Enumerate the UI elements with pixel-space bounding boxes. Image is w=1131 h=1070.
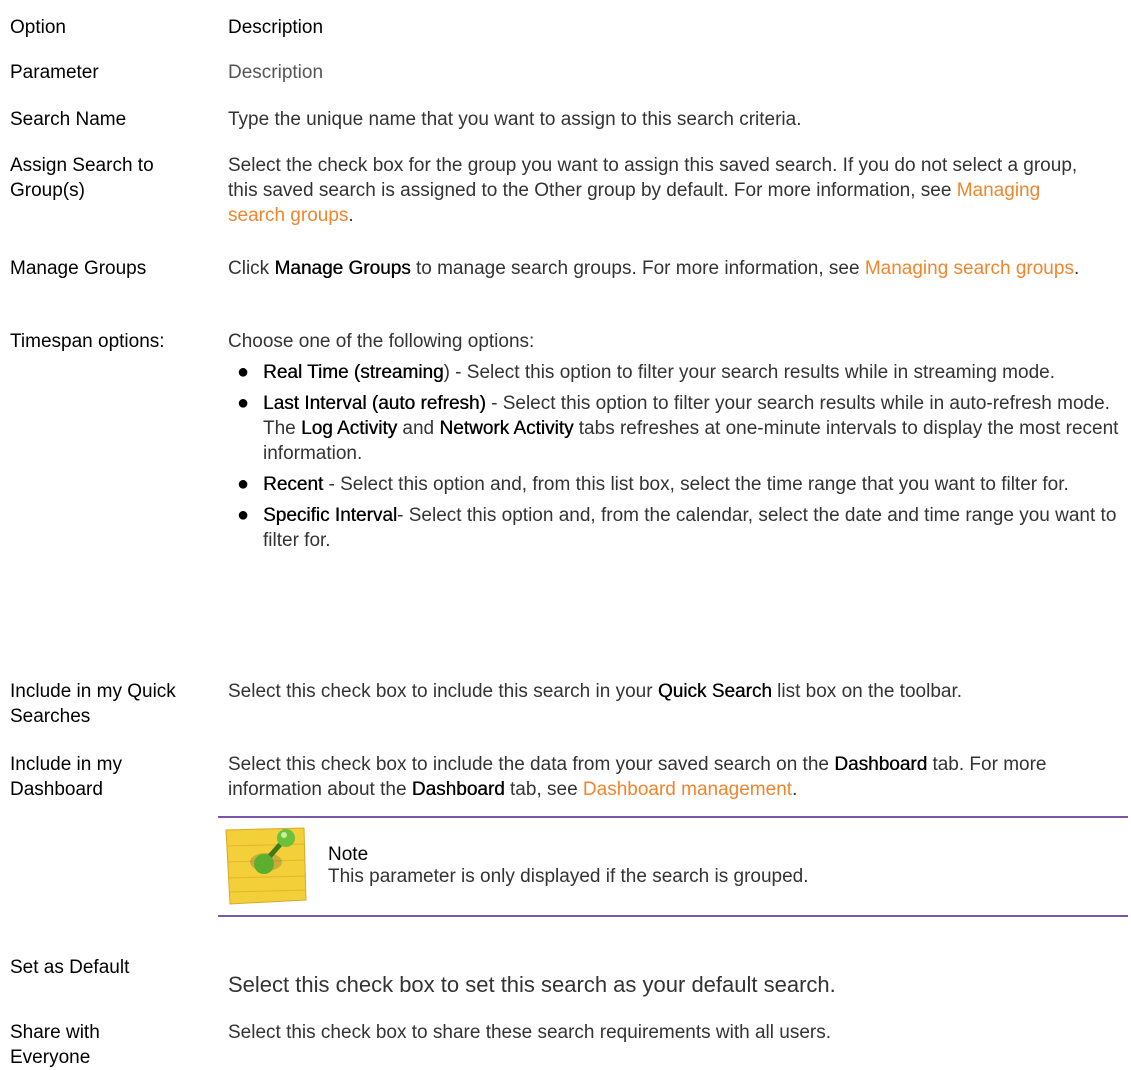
managing-search-groups-link[interactable]: Managing search groups [865, 258, 1074, 279]
param-label: Share with Everyone [10, 1022, 100, 1068]
param-label: Manage Groups [10, 258, 147, 279]
param-description: Select this check box to include this se… [228, 681, 963, 702]
timespan-intro: Choose one of the following options: [228, 331, 535, 352]
bullet-icon: ● [237, 473, 250, 495]
param-label: Include in my Quick Searches [10, 681, 176, 727]
subheader-parameter: Parameter [10, 62, 99, 83]
bullet-icon: ● [237, 504, 250, 526]
param-description: Select this check box to share these sea… [228, 1022, 832, 1043]
list-item: ● Recent - Select this option and, from t… [237, 473, 1069, 495]
param-label: Set as Default [10, 957, 130, 978]
bullet-icon: ● [237, 392, 250, 414]
header-option: Option [10, 17, 66, 38]
list-item: ● Last Interval (auto refresh) - Select t… [237, 392, 1119, 464]
note-text: This parameter is only displayed if the … [328, 866, 809, 887]
manage-groups-term: Manage Groups [274, 258, 411, 279]
subheader-description: Description [228, 62, 324, 83]
list-item: ● Real Time (streaming) - Select this opt… [237, 361, 1055, 383]
timespan-options-list: ● Real Time (streaming) - Select this opt… [228, 360, 1123, 553]
param-description: Select this check box to include the dat… [228, 754, 1047, 800]
header-description: Description [228, 17, 324, 38]
param-label: Search Name [10, 109, 127, 130]
quick-search-term: Quick Search [657, 681, 772, 702]
bullet-icon: ● [237, 361, 250, 383]
param-label: Assign Search to Group(s) [10, 155, 154, 201]
param-description: Select the check box for the group you w… [228, 155, 1078, 226]
param-label: Timespan options: [10, 331, 165, 352]
param-description: Type the unique name that you want to as… [228, 109, 802, 130]
param-description: Click Manage Groups to manage search gro… [228, 258, 1080, 279]
list-item: ● Specific Interval- Select this option a… [237, 504, 1117, 551]
note-box: Note This parameter is only displayed if… [218, 816, 1128, 917]
param-description: Choose one of the following options: ● Re… [228, 329, 1123, 559]
param-label: Include in my Dashboard [10, 754, 122, 800]
note-pad-pushpin-icon [220, 822, 308, 907]
param-description: Select this check box to set this search… [228, 972, 836, 997]
dashboard-management-link[interactable]: Dashboard management [583, 779, 792, 800]
